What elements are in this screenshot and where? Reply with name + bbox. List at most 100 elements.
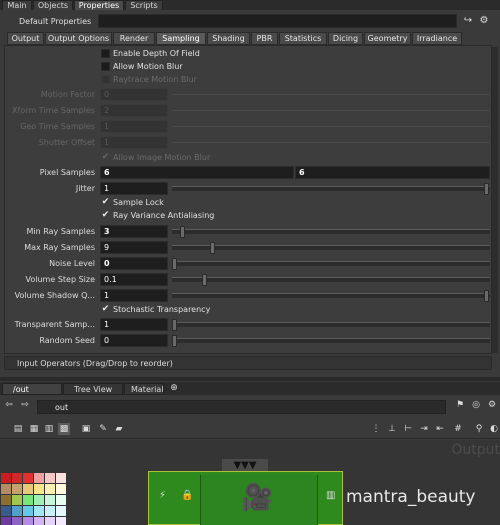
geo-time-samples-slider[interactable] xyxy=(172,126,490,131)
swatch[interactable] xyxy=(12,495,22,505)
swatch[interactable] xyxy=(23,484,33,494)
sticky-note-icon[interactable]: ✎ xyxy=(97,423,109,435)
volume-step-size-knob[interactable] xyxy=(202,274,207,286)
swatch[interactable] xyxy=(56,473,66,483)
visibility-icon[interactable]: ◐ xyxy=(488,423,500,435)
grid-view-icon[interactable]: ▩ xyxy=(58,423,70,435)
motion-factor-field[interactable]: 0 xyxy=(100,88,168,101)
notes-icon[interactable]: ▣ xyxy=(80,423,92,435)
swatch[interactable] xyxy=(12,473,22,483)
swatch[interactable] xyxy=(1,517,11,525)
tab-material-palette[interactable]: Material Palette xyxy=(124,383,164,405)
swatch[interactable] xyxy=(45,484,55,494)
noise-level-field[interactable]: 0 xyxy=(100,257,168,270)
subtab-statistics[interactable]: Statistics xyxy=(279,32,327,45)
properties-scrollbar[interactable] xyxy=(492,47,498,353)
subtab-geometry[interactable]: Geometry xyxy=(364,32,411,45)
layout-down-icon[interactable]: ⊥ xyxy=(386,423,398,435)
display-flag-icon[interactable]: ▥ xyxy=(326,490,335,501)
tab-out[interactable]: /out xyxy=(2,383,62,395)
transparent-samples-field[interactable]: 1 xyxy=(100,318,168,331)
noise-level-slider[interactable] xyxy=(172,258,490,270)
swatch[interactable] xyxy=(1,473,11,483)
subtab-sampling[interactable]: Sampling xyxy=(156,32,206,45)
tile-view-icon[interactable]: ▦ xyxy=(28,423,40,435)
noise-level-knob[interactable] xyxy=(172,258,177,270)
swatch[interactable] xyxy=(1,484,11,494)
network-editor[interactable]: Output ▼▼▼ ⚡ 🔒 🎥 ▥ mantra_beauty xyxy=(0,440,500,525)
depth-of-field-checkbox[interactable] xyxy=(101,49,110,58)
swatch[interactable] xyxy=(34,495,44,505)
gear-menu-icon[interactable]: ⚙ xyxy=(478,15,490,27)
layout-right-icon[interactable]: ⊢ xyxy=(402,423,414,435)
image-motion-blur-checkbox[interactable]: ✔ xyxy=(101,153,110,162)
swatch[interactable] xyxy=(1,506,11,516)
jump-icon[interactable]: ↪ xyxy=(462,15,474,27)
raytrace-motion-blur-checkbox[interactable] xyxy=(101,75,110,84)
swatch[interactable] xyxy=(56,506,66,516)
bypass-flag-icon[interactable]: ⚡ xyxy=(159,490,166,501)
pin-icon[interactable]: ⚑ xyxy=(454,399,466,411)
swatch[interactable] xyxy=(56,484,66,494)
swatch[interactable] xyxy=(34,517,44,525)
min-ray-samples-knob[interactable] xyxy=(180,226,185,238)
pane-divider[interactable] xyxy=(0,377,500,381)
table-view-icon[interactable]: ▥ xyxy=(43,423,55,435)
swatch[interactable] xyxy=(34,506,44,516)
pixel-samples-y-field[interactable]: 6 xyxy=(295,166,490,179)
geo-time-samples-field[interactable]: 1 xyxy=(100,120,168,133)
forward-arrow-icon[interactable]: ⇨ xyxy=(19,399,31,411)
subtab-output-options[interactable]: Output Options xyxy=(45,32,112,45)
volume-shadow-quality-slider[interactable] xyxy=(172,290,490,302)
xform-time-samples-slider[interactable] xyxy=(172,110,490,115)
swatch[interactable] xyxy=(45,495,55,505)
max-ray-samples-field[interactable]: 9 xyxy=(100,241,168,254)
swatch[interactable] xyxy=(56,495,66,505)
grid-snap-icon[interactable]: # xyxy=(452,423,464,435)
jitter-field[interactable]: 1 xyxy=(100,182,168,195)
swatch[interactable] xyxy=(1,495,11,505)
random-seed-knob[interactable] xyxy=(172,335,177,347)
random-seed-slider[interactable] xyxy=(172,335,490,347)
swatch[interactable] xyxy=(45,506,55,516)
max-ray-samples-knob[interactable] xyxy=(210,242,215,254)
subtab-pbr[interactable]: PBR xyxy=(251,32,278,45)
subtab-irradiance[interactable]: Irradiance xyxy=(412,32,462,45)
motion-blur-checkbox[interactable] xyxy=(101,62,110,71)
subtab-render[interactable]: Render xyxy=(113,32,155,45)
swatch[interactable] xyxy=(23,506,33,516)
layout-icon-4[interactable]: ⇤ xyxy=(434,423,446,435)
tab-properties[interactable]: Properties xyxy=(74,0,124,10)
lock-flag-icon[interactable]: 🔒 xyxy=(181,490,193,501)
min-ray-samples-field[interactable]: 3 xyxy=(100,225,168,238)
volume-step-size-slider[interactable] xyxy=(172,274,490,286)
color-palette[interactable] xyxy=(0,473,70,525)
tab-tree-view[interactable]: Tree View xyxy=(63,383,123,395)
stochastic-transparency-checkbox[interactable]: ✔ xyxy=(101,305,110,314)
max-ray-samples-slider[interactable] xyxy=(172,242,490,254)
transparent-samples-knob[interactable] xyxy=(172,319,177,331)
swatch[interactable] xyxy=(45,473,55,483)
ray-variance-checkbox[interactable]: ✔ xyxy=(101,211,110,220)
tab-main[interactable]: Main xyxy=(2,0,32,10)
swatch[interactable] xyxy=(23,473,33,483)
swatch[interactable] xyxy=(12,517,22,525)
mantra-node[interactable]: ⚡ 🔒 🎥 ▥ xyxy=(148,471,343,525)
help-icon[interactable]: ◎ xyxy=(470,399,482,411)
random-seed-field[interactable]: 0 xyxy=(100,334,168,347)
network-path-field[interactable]: out xyxy=(37,400,446,414)
volume-shadow-quality-knob[interactable] xyxy=(484,290,489,302)
add-tab-icon[interactable]: ⊕ xyxy=(168,382,180,394)
subtab-shading[interactable]: Shading xyxy=(207,32,250,45)
jitter-slider-knob[interactable] xyxy=(484,183,489,195)
swatch[interactable] xyxy=(34,473,44,483)
volume-shadow-quality-field[interactable]: 1 xyxy=(100,289,168,302)
swatch[interactable] xyxy=(45,517,55,525)
shutter-offset-field[interactable]: 1 xyxy=(100,136,168,149)
zoom-icon[interactable]: ⚲ xyxy=(473,423,485,435)
swatch[interactable] xyxy=(34,484,44,494)
back-arrow-icon[interactable]: ⇦ xyxy=(3,399,15,411)
tab-scripts[interactable]: Scripts xyxy=(125,0,163,10)
swatch[interactable] xyxy=(12,484,22,494)
pixel-samples-x-field[interactable]: 6 xyxy=(100,166,294,179)
